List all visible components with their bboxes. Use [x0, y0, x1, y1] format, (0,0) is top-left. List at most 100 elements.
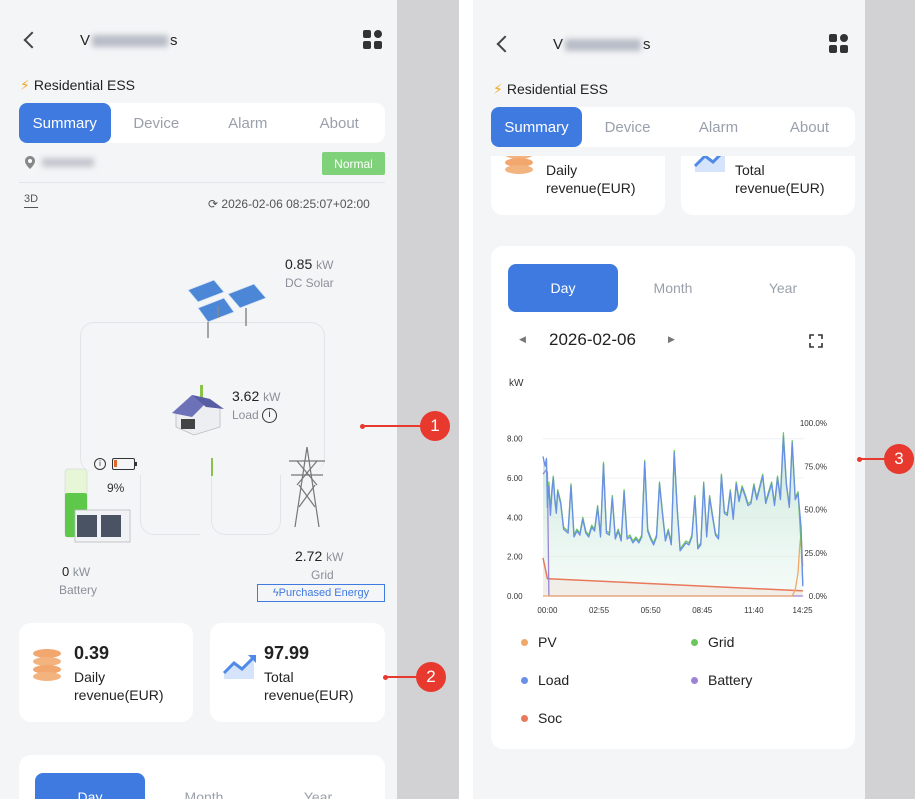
power-chart[interactable]: kW 0.00 2.00 4.00 6.00 8.00 0.0% 25.0% 50.0% 75.…: [491, 370, 855, 620]
side-panel: [865, 0, 915, 799]
back-icon[interactable]: [496, 35, 514, 53]
chart-date[interactable]: 2026-02-06: [549, 330, 636, 350]
callout-line: [859, 458, 887, 460]
trend-up-icon: [693, 156, 725, 172]
total-revenue-label: Total revenue(EUR): [735, 162, 825, 196]
tab-device[interactable]: Device: [111, 103, 203, 143]
legend-soc[interactable]: Soc: [521, 710, 562, 726]
back-icon[interactable]: [23, 31, 41, 49]
refresh-icon[interactable]: ⟳: [208, 197, 221, 211]
app-grid-icon[interactable]: [829, 34, 849, 54]
coins-icon: [505, 156, 533, 174]
legend-pv[interactable]: PV: [521, 634, 557, 650]
flow-line-battery: [140, 475, 200, 535]
refresh-timestamp[interactable]: ⟳ 2026-02-06 08:25:07+02:00: [208, 197, 370, 211]
tab-day[interactable]: Day: [35, 773, 145, 799]
y2-tick-label: 25.0%: [804, 549, 827, 558]
top-bar: Vs: [0, 15, 397, 65]
legend-dot: [691, 638, 698, 646]
x-tick-label: 08:45: [692, 606, 713, 615]
info-icon[interactable]: i: [262, 408, 278, 424]
solar-power-value: 0.85 kW: [285, 256, 334, 272]
bolt-icon: ⚡: [20, 77, 30, 93]
tab-alarm[interactable]: Alarm: [202, 103, 294, 143]
legend-dot: [521, 676, 528, 684]
coins-icon: [33, 649, 61, 681]
callout-line: [362, 425, 422, 427]
bolt-icon: ⚡: [493, 81, 503, 97]
total-revenue-label: Total revenue(EUR): [264, 669, 354, 703]
solar-panel-icon: [187, 279, 267, 338]
legend-dot: [521, 638, 528, 646]
fullscreen-icon[interactable]: [809, 334, 823, 348]
solar-label: DC Solar: [285, 276, 334, 290]
grid-power-value: 2.72 kW: [295, 548, 344, 564]
next-date-icon[interactable]: ▶: [668, 334, 675, 345]
legend-dot: [521, 714, 528, 722]
chart-card: Day Month Year: [19, 755, 385, 799]
x-tick-label: 05:50: [641, 606, 662, 615]
main-tabs: Summary Device Alarm About: [491, 107, 855, 147]
purchased-energy-tag: ϟ Purchased Energy: [257, 584, 385, 602]
tab-year[interactable]: Year: [263, 773, 373, 799]
callout-1: 1: [420, 411, 450, 441]
tab-day[interactable]: Day: [508, 264, 618, 312]
user-name: Vs: [553, 35, 651, 53]
daily-revenue-label: Daily revenue(EUR): [74, 669, 164, 703]
top-bar: Vs: [473, 19, 865, 69]
total-revenue-card: Total revenue(EUR): [681, 156, 855, 215]
divider: [19, 182, 385, 183]
x-tick-label: 11:40: [744, 606, 764, 615]
legend-dot: [691, 676, 698, 684]
y2-tick-label: 75.0%: [804, 462, 827, 471]
y2-tick-label: 0.0%: [809, 592, 827, 601]
callout-line: [385, 676, 418, 678]
prev-date-icon[interactable]: ◀: [519, 334, 526, 345]
site-name: ⚡ Residential ESS: [493, 81, 609, 97]
y-tick-label: 8.00: [507, 435, 523, 444]
view-3d-toggle[interactable]: 3D: [24, 193, 38, 205]
tab-device[interactable]: Device: [582, 107, 673, 147]
x-tick-label: 02:55: [589, 606, 610, 615]
total-revenue-value: 97.99: [264, 643, 310, 663]
grid-label: Grid: [311, 568, 334, 582]
flow-indicator-grid: [211, 458, 213, 476]
battery-storage-icon: [64, 468, 131, 543]
battery-power-value: 0 kW: [62, 564, 91, 579]
flow-line-grid: [211, 475, 281, 535]
redacted-name: [92, 34, 169, 47]
user-name: Vs: [80, 31, 178, 49]
chart-ylabel: kW: [509, 378, 524, 389]
tab-month[interactable]: Month: [149, 773, 259, 799]
site-name: ⚡ Residential ESS: [20, 77, 136, 93]
load-area: [543, 436, 803, 596]
legend-battery[interactable]: Battery: [691, 672, 752, 688]
battery-label: Battery: [59, 583, 98, 597]
tab-summary[interactable]: Summary: [491, 107, 582, 147]
summary-screen-scrolled: Vs ⚡ Residential ESS Summary Device Alarm…: [473, 0, 865, 799]
daily-revenue-value: 0.39: [74, 643, 110, 663]
load-power-value: 3.62 kW: [232, 388, 281, 404]
summary-screen: Vs ⚡ Residential ESS Summary Device Alarm…: [0, 0, 397, 799]
callout-2: 2: [416, 662, 446, 692]
location-pin-icon: [25, 156, 35, 169]
daily-revenue-card: 0.39 Daily revenue(EUR): [19, 623, 193, 722]
tab-summary[interactable]: Summary: [19, 103, 111, 143]
redacted-name: [565, 38, 642, 51]
tab-year[interactable]: Year: [728, 264, 838, 312]
daily-revenue-label: Daily revenue(EUR): [546, 162, 636, 196]
tab-month[interactable]: Month: [618, 264, 728, 312]
legend-grid[interactable]: Grid: [691, 634, 734, 650]
y-tick-label: 4.00: [507, 513, 523, 522]
x-tick-label: 00:00: [537, 606, 558, 615]
app-grid-icon[interactable]: [363, 30, 383, 50]
daily-revenue-card: Daily revenue(EUR): [491, 156, 665, 215]
callout-3: 3: [884, 444, 914, 474]
grid-tower-icon: [289, 446, 325, 528]
tab-about[interactable]: About: [764, 107, 855, 147]
tab-about[interactable]: About: [294, 103, 386, 143]
y-tick-label: 0.00: [507, 592, 523, 601]
x-tick-label: 14:25: [793, 606, 814, 615]
tab-alarm[interactable]: Alarm: [673, 107, 764, 147]
legend-load[interactable]: Load: [521, 672, 569, 688]
